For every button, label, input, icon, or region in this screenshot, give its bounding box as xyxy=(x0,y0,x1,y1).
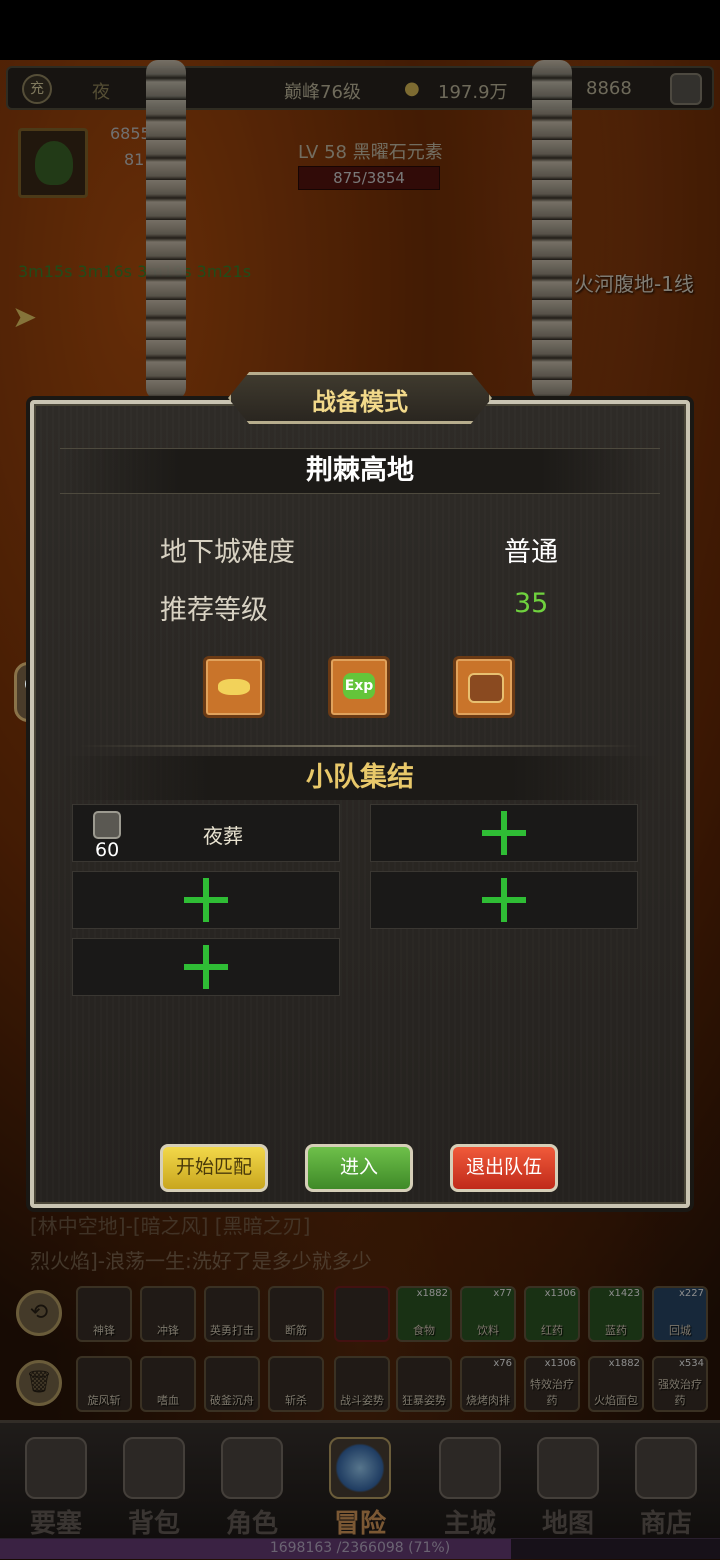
squad-slot-empty[interactable] xyxy=(72,871,340,929)
exp-icon[interactable]: Exp xyxy=(328,656,390,718)
treasure-chest-icon[interactable] xyxy=(453,656,515,718)
difficulty-value: 普通 xyxy=(504,537,558,568)
recommended-level-label: 推荐等级 xyxy=(160,595,268,626)
enter-button[interactable]: 进入 xyxy=(305,1144,413,1192)
squad-slot-member[interactable]: 60 夜葬 xyxy=(72,804,340,862)
member-avatar xyxy=(93,811,121,839)
squad-title: 小队集结 xyxy=(60,756,660,800)
plus-icon xyxy=(184,878,228,922)
dungeon-name: 荆棘高地 xyxy=(60,448,660,494)
difficulty-label: 地下城难度 xyxy=(160,537,295,568)
start-match-button[interactable]: 开始匹配 xyxy=(160,1144,268,1192)
divider xyxy=(80,745,640,747)
dialog-title: 战备模式 xyxy=(312,388,408,416)
squad-slot-empty[interactable] xyxy=(370,871,638,929)
member-level: 60 xyxy=(95,839,120,861)
member-name: 夜葬 xyxy=(203,824,243,848)
squad-slot-empty[interactable] xyxy=(370,804,638,862)
squad-slot-empty[interactable] xyxy=(72,938,340,996)
plus-icon xyxy=(482,878,526,922)
plus-icon xyxy=(482,811,526,855)
leave-team-button[interactable]: 退出队伍 xyxy=(450,1144,558,1192)
recommended-level-value: 35 xyxy=(514,588,549,619)
gold-coin-icon[interactable] xyxy=(203,656,265,718)
plus-icon xyxy=(184,945,228,989)
